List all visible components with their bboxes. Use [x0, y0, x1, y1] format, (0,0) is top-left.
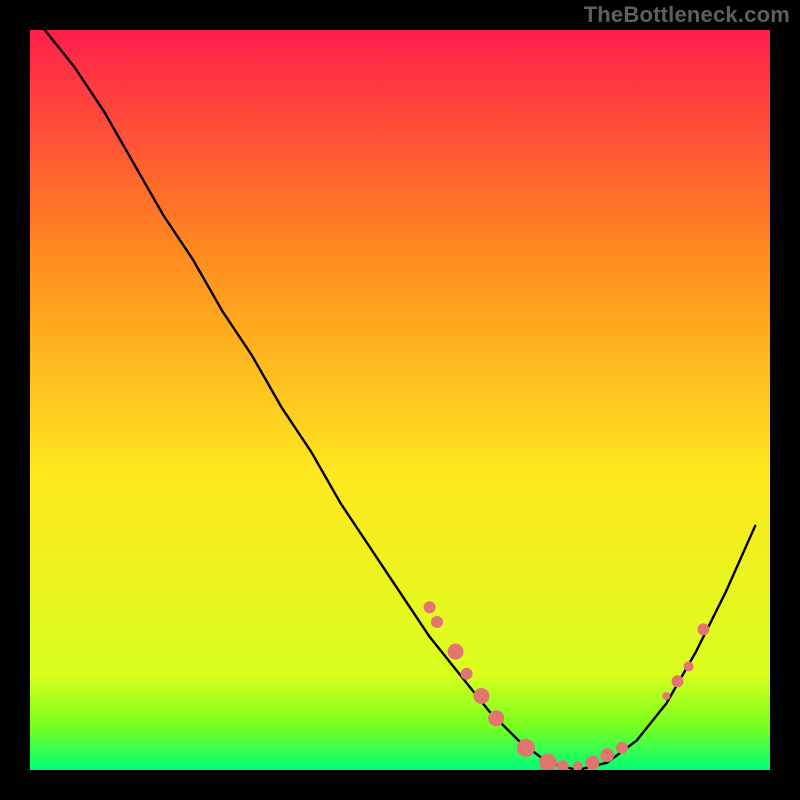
chart-svg: [30, 30, 770, 770]
data-marker: [585, 756, 599, 770]
data-marker: [517, 739, 535, 757]
chart-plot: [30, 30, 770, 770]
data-marker: [697, 623, 709, 635]
data-marker: [672, 675, 684, 687]
data-marker: [473, 688, 489, 704]
chart-background: [30, 30, 770, 770]
data-marker: [662, 692, 670, 700]
data-marker: [431, 616, 443, 628]
data-marker: [488, 710, 504, 726]
data-marker: [600, 748, 614, 762]
chart-frame: TheBottleneck.com: [0, 0, 800, 800]
data-marker: [616, 742, 628, 754]
data-marker: [684, 661, 694, 671]
data-marker: [424, 601, 436, 613]
watermark-text: TheBottleneck.com: [584, 2, 790, 28]
data-marker: [448, 644, 464, 660]
data-marker: [461, 668, 473, 680]
